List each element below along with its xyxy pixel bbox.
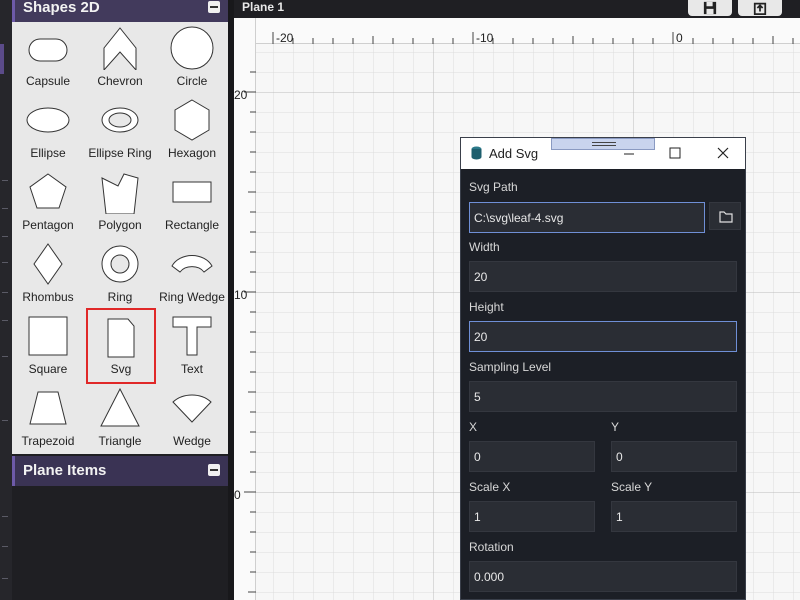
rectangle-icon bbox=[172, 181, 212, 203]
shape-tile-rectangle[interactable]: Rectangle bbox=[156, 168, 228, 240]
dialog-title: Add Svg bbox=[489, 146, 539, 161]
minimize-button[interactable] bbox=[617, 142, 641, 164]
shapes-panel-title: Shapes 2D bbox=[23, 0, 100, 16]
ruler-x-label: -10 bbox=[476, 31, 494, 45]
ring-icon bbox=[101, 245, 139, 283]
ruler-x-label: -20 bbox=[276, 31, 294, 45]
sampling-level-label: Sampling Level bbox=[469, 360, 552, 374]
wedge-icon bbox=[172, 394, 212, 423]
dialog-titlebar[interactable]: Add Svg bbox=[461, 138, 745, 169]
scale-x-label: Scale X bbox=[469, 480, 511, 494]
shape-tile-ring[interactable]: Ring bbox=[84, 240, 156, 312]
ruler-y-label: 20 bbox=[234, 88, 248, 102]
shape-tile-ring-wedge[interactable]: Ring Wedge bbox=[156, 240, 228, 312]
shape-tile-polygon[interactable]: Polygon bbox=[84, 168, 156, 240]
browse-button[interactable] bbox=[709, 202, 741, 230]
shape-tile-trapezoid[interactable]: Trapezoid bbox=[12, 384, 84, 456]
triangle-icon bbox=[100, 387, 140, 427]
rotation-label: Rotation bbox=[469, 540, 514, 554]
polygon-icon bbox=[101, 173, 139, 214]
ellipse-ring-icon bbox=[101, 107, 139, 133]
app-icon bbox=[471, 146, 482, 160]
shape-tile-square[interactable]: Square bbox=[12, 312, 84, 384]
export-icon bbox=[753, 2, 767, 15]
maximize-icon bbox=[669, 147, 681, 159]
scale-x-input[interactable] bbox=[469, 501, 595, 532]
shape-tile-circle[interactable]: Circle bbox=[156, 24, 228, 96]
chevron-icon bbox=[103, 27, 137, 70]
collapse-plane-items-button[interactable] bbox=[208, 464, 220, 476]
x-input[interactable] bbox=[469, 441, 595, 472]
plane-items-title: Plane Items bbox=[23, 462, 107, 479]
plane-items-list bbox=[12, 486, 228, 600]
plane-items-header[interactable]: Plane Items bbox=[12, 456, 228, 486]
collapse-shapes-button[interactable] bbox=[208, 1, 220, 13]
trapezoid-icon bbox=[29, 391, 67, 425]
shape-label: Rectangle bbox=[164, 218, 220, 232]
rhombus-icon bbox=[33, 243, 63, 285]
x-label: X bbox=[469, 420, 478, 434]
circle-icon bbox=[170, 26, 214, 70]
shape-tile-pentagon[interactable]: Pentagon bbox=[12, 168, 84, 240]
tab-plane-1[interactable]: Plane 1 bbox=[242, 0, 284, 14]
canvas-tab-bar bbox=[234, 0, 800, 18]
close-button[interactable] bbox=[711, 142, 735, 164]
hexagon-icon bbox=[174, 99, 210, 141]
shape-tile-ellipse[interactable]: Ellipse bbox=[12, 96, 84, 168]
ruler-horizontal: -20 -10 0 bbox=[234, 18, 800, 45]
ruler-y-label: 0 bbox=[234, 488, 241, 502]
sampling-level-input[interactable] bbox=[469, 381, 737, 412]
active-indicator bbox=[0, 44, 4, 74]
close-icon bbox=[717, 147, 729, 159]
capsule-icon bbox=[28, 38, 68, 62]
ruler-x-label: 0 bbox=[676, 31, 683, 45]
svg-file-icon bbox=[107, 318, 135, 358]
ellipse-icon bbox=[26, 107, 70, 133]
folder-icon bbox=[719, 211, 733, 223]
scale-y-input[interactable] bbox=[611, 501, 737, 532]
save-icon bbox=[703, 1, 717, 15]
shape-tile-ellipse-ring[interactable]: Ellipse Ring bbox=[84, 96, 156, 168]
rotation-input[interactable] bbox=[469, 561, 737, 592]
shape-tile-text[interactable]: Text bbox=[156, 312, 228, 384]
shape-tile-triangle[interactable]: Triangle bbox=[84, 384, 156, 456]
svg-path-input[interactable] bbox=[469, 202, 705, 233]
shape-tile-capsule[interactable]: Capsule bbox=[12, 24, 84, 96]
text-t-icon bbox=[172, 316, 212, 356]
export-button[interactable] bbox=[738, 0, 782, 16]
height-input[interactable] bbox=[469, 321, 737, 352]
save-button[interactable] bbox=[688, 0, 732, 16]
shape-label: Ring Wedge bbox=[159, 290, 225, 304]
shape-label: Text bbox=[180, 362, 203, 376]
y-input[interactable] bbox=[611, 441, 737, 472]
y-label: Y bbox=[611, 420, 620, 434]
svg-path-label: Svg Path bbox=[469, 180, 518, 194]
ruler-vertical: 20 10 0 bbox=[234, 18, 256, 600]
square-icon bbox=[28, 316, 68, 356]
width-label: Width bbox=[469, 240, 500, 254]
shape-tile-chevron[interactable]: Chevron bbox=[84, 24, 156, 96]
shape-label: Wedge bbox=[173, 434, 211, 448]
shape-label: Hexagon bbox=[167, 146, 217, 160]
shapes-panel-header[interactable]: Shapes 2D bbox=[12, 0, 228, 22]
minimize-icon bbox=[624, 153, 634, 155]
width-input[interactable] bbox=[469, 261, 737, 292]
pentagon-icon bbox=[29, 173, 67, 209]
height-label: Height bbox=[469, 300, 504, 314]
ring-wedge-icon bbox=[171, 255, 213, 273]
shape-label: Square bbox=[28, 362, 68, 376]
shape-tile-rhombus[interactable]: Rhombus bbox=[12, 240, 84, 312]
maximize-button[interactable] bbox=[663, 142, 687, 164]
shape-tile-svg[interactable]: Svg bbox=[86, 308, 156, 384]
shapes-grid: Capsule Chevron Circle Ellipse Ellipse R… bbox=[12, 22, 228, 454]
ruler-y-label: 10 bbox=[234, 288, 248, 302]
shape-tile-wedge[interactable]: Wedge bbox=[156, 384, 228, 456]
shape-tile-hexagon[interactable]: Hexagon bbox=[156, 96, 228, 168]
shape-label: Circle bbox=[176, 74, 208, 88]
add-svg-dialog: Add Svg Svg Path Width Height Sampling L… bbox=[460, 137, 746, 600]
scale-y-label: Scale Y bbox=[611, 480, 653, 494]
